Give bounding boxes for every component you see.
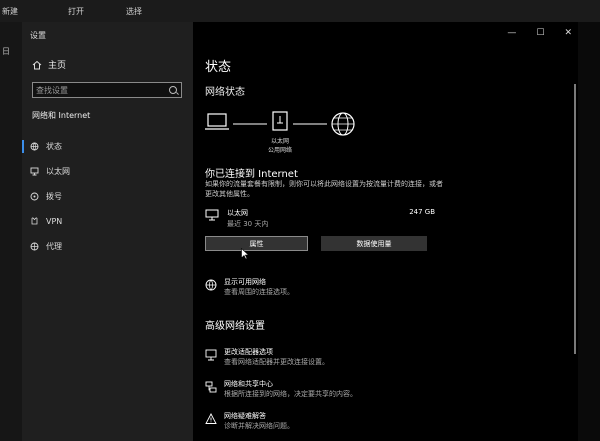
sidebar-section-heading: 网络和 Internet: [32, 111, 91, 120]
globe-icon: [331, 112, 355, 136]
sidebar-item-label: 拨号: [46, 192, 62, 201]
option-title: 网络和共享中心: [224, 380, 273, 388]
ethernet-icon: [30, 167, 39, 176]
monitor-icon: [205, 209, 219, 221]
option-description: 根据所连接到的网络，决定要共享的内容。: [224, 390, 357, 398]
sharing-center-option[interactable]: 网络和共享中心 根据所连接到的网络，决定要共享的内容。: [205, 379, 465, 403]
adapter-period: 最近 30 天内: [227, 220, 269, 228]
search-input[interactable]: [36, 84, 164, 96]
sidebar-item-status[interactable]: 状态: [22, 134, 193, 159]
proxy-icon: [30, 242, 39, 251]
option-description: 诊断并解决网络问题。: [224, 422, 294, 430]
option-description: 查看网络适配器并更改连接设置。: [224, 358, 329, 366]
troubleshoot-option[interactable]: 网络疑难解答 诊断并解决网络问题。: [205, 411, 465, 435]
adapter-row: 以太网 最近 30 天内 247 GB: [205, 208, 435, 230]
minimize-button[interactable]: —: [507, 28, 516, 38]
main-content: — ☐ ✕ 状态 网络状态 以太网 公用网络 你已连接到 Internet 如果…: [193, 22, 578, 441]
search-box[interactable]: [32, 82, 182, 98]
page-title: 状态: [205, 60, 232, 75]
networks-globe-icon: [205, 279, 217, 291]
network-diagram: 以太网 公用网络: [205, 110, 365, 158]
network-status-heading: 网络状态: [205, 87, 245, 98]
vpn-icon: [31, 217, 38, 225]
sidebar-item-vpn[interactable]: VPN: [22, 209, 193, 234]
sidebar: 设置 主页 网络和 Internet 状态: [22, 22, 193, 441]
ribbon-select[interactable]: 选择: [126, 6, 142, 17]
maximize-button[interactable]: ☐: [536, 28, 544, 38]
properties-button[interactable]: 属性: [205, 236, 308, 251]
settings-window: 设置 主页 网络和 Internet 状态: [22, 22, 578, 441]
sidebar-item-ethernet[interactable]: 以太网: [22, 159, 193, 184]
adapter-options-option[interactable]: 更改适配器选项 查看网络适配器并更改连接设置。: [205, 347, 465, 371]
sidebar-nav: 状态 以太网 拨号 VPN 代理: [22, 134, 193, 259]
dialup-icon: [30, 192, 39, 201]
sidebar-item-label: VPN: [46, 217, 63, 226]
close-button[interactable]: ✕: [564, 28, 572, 38]
status-icon: [30, 142, 39, 151]
ribbon-open[interactable]: 打开: [68, 6, 84, 17]
window-title: 设置: [30, 31, 46, 40]
home-nav[interactable]: 主页: [32, 58, 66, 71]
connected-heading: 你已连接到 Internet: [205, 169, 298, 180]
window-controls: — ☐ ✕: [507, 28, 572, 38]
home-label: 主页: [48, 61, 67, 71]
diagram-label-adapter: 以太网: [270, 138, 289, 145]
search-icon[interactable]: [169, 86, 177, 94]
adapter-monitor-icon: [205, 349, 217, 361]
ethernet-port-icon: [272, 111, 288, 131]
scrollbar[interactable]: [574, 84, 576, 354]
explorer-ribbon: 新建 打开 选择: [0, 0, 600, 22]
mouse-cursor-icon: [241, 248, 249, 260]
diagram-label: 以太网 公用网络: [250, 136, 310, 154]
data-usage-button[interactable]: 数据使用量: [321, 236, 427, 251]
option-title: 网络疑难解答: [224, 412, 266, 420]
option-title: 更改适配器选项: [224, 348, 273, 356]
explorer-left-pane: 日: [0, 22, 22, 441]
connected-description: 如果你的流量套餐有限制，则你可以将此网络设置为按流量计费的连接，或者更改其他属性…: [205, 180, 443, 198]
sidebar-item-dialup[interactable]: 拨号: [22, 184, 193, 209]
computer-icon: [205, 113, 229, 130]
explorer-left-label: 日: [2, 47, 10, 56]
advanced-heading: 高级网络设置: [205, 321, 265, 332]
home-icon: [32, 60, 42, 69]
ribbon-new[interactable]: 新建: [2, 6, 18, 17]
sidebar-item-label: 状态: [46, 142, 62, 151]
warning-icon: [205, 413, 217, 424]
sidebar-item-label: 代理: [46, 242, 62, 251]
sidebar-item-label: 以太网: [46, 167, 70, 176]
diagram-label-network-type: 公用网络: [267, 147, 292, 154]
sidebar-item-proxy[interactable]: 代理: [22, 234, 193, 259]
adapter-name: 以太网: [227, 209, 248, 217]
sharing-center-icon: [205, 381, 217, 393]
adapter-usage: 247 GB: [409, 208, 435, 216]
show-networks-option[interactable]: 显示可用网络 查看周围的连接选项。: [205, 277, 465, 301]
option-title: 显示可用网络: [224, 278, 266, 286]
option-description: 查看周围的连接选项。: [224, 288, 294, 296]
